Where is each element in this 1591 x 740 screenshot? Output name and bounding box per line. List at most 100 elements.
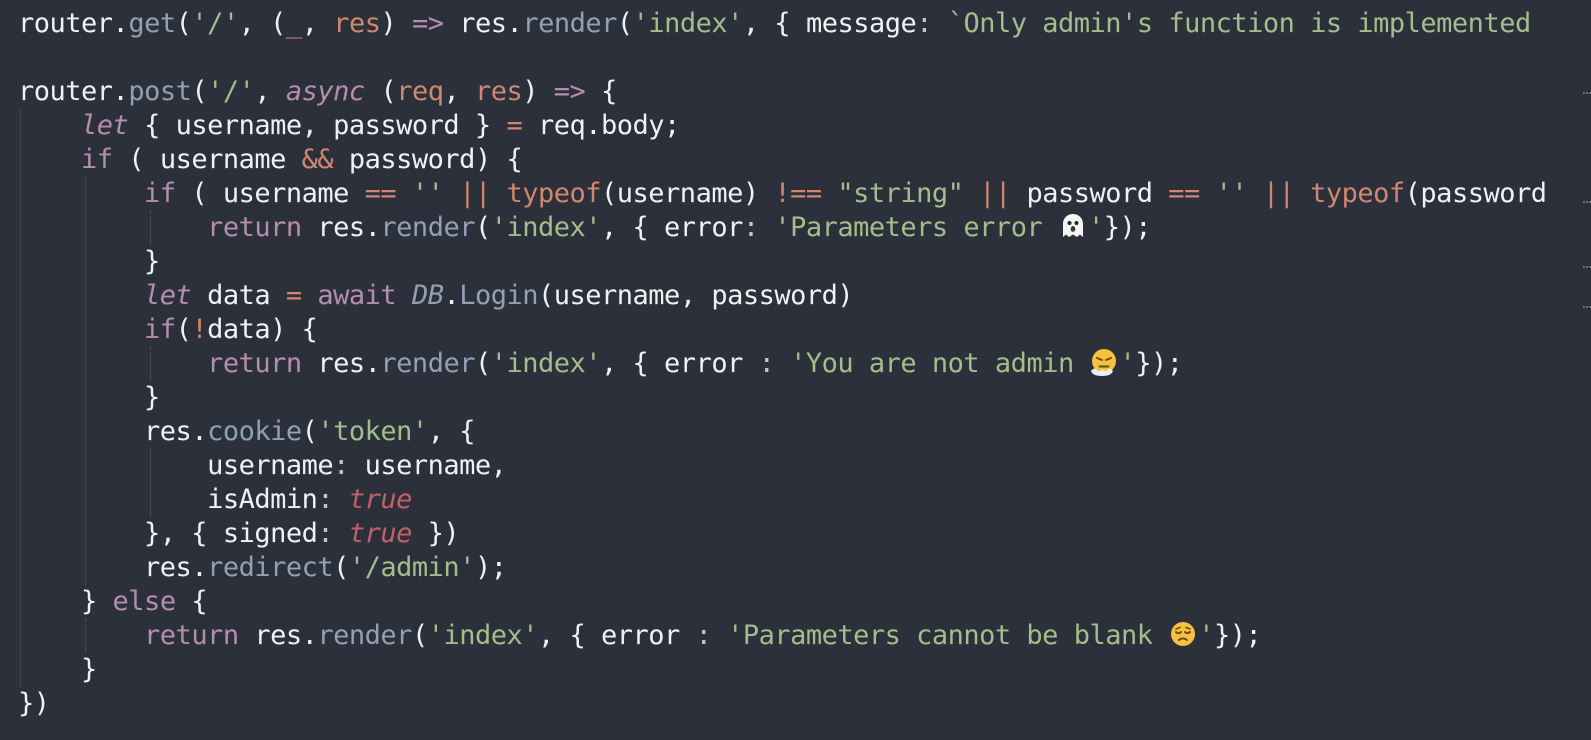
- code-line[interactable]: } else {: [18, 585, 1546, 619]
- code-token: "string": [837, 178, 964, 209]
- code-token: ): [380, 8, 412, 39]
- code-line[interactable]: if ( username == '' || typeof(username) …: [18, 177, 1547, 211]
- code-token: }, { signed: [18, 518, 318, 549]
- code-token: render: [380, 212, 475, 243]
- code-token: , { error: [538, 620, 696, 651]
- code-token: username,: [364, 450, 507, 481]
- code-token: 'index': [427, 620, 539, 651]
- code-token: ,: [301, 8, 334, 39]
- code-token: cookie: [207, 416, 302, 447]
- code-line[interactable]: if ( username && password) {: [18, 143, 1546, 177]
- code-token: res: [475, 76, 523, 107]
- code-token: await: [317, 280, 397, 311]
- code-token: 'index': [490, 348, 602, 379]
- code-token: , { error: [601, 348, 759, 379]
- code-line[interactable]: let { username, password } = req.body;: [18, 109, 1546, 143]
- code-line[interactable]: router.post('/', async (req, res) => {: [18, 75, 1546, 109]
- code-token: (password: [1404, 178, 1547, 209]
- code-token: post: [128, 76, 192, 107]
- code-line[interactable]: return res.render('index', { error : 'Pa…: [18, 619, 1546, 653]
- code-token: (username, password): [538, 280, 854, 311]
- code-line[interactable]: [18, 41, 1546, 75]
- code-token: , { error: [601, 212, 743, 243]
- code-token: (: [616, 8, 633, 39]
- code-token: }: [18, 246, 160, 277]
- code-token: '/': [191, 8, 239, 39]
- code-token: res: [238, 620, 302, 651]
- code-token: }): [18, 688, 50, 719]
- code-token: 'Parameters cannot be blank: [727, 620, 1169, 651]
- code-token: if: [144, 178, 176, 209]
- code-token: res: [443, 8, 507, 39]
- code-token: ==: [364, 178, 397, 209]
- code-editor[interactable]: router.get('/', (_, res) => res.render('…: [0, 0, 1591, 740]
- code-line[interactable]: router.get('/', (_, res) => res.render('…: [18, 7, 1546, 41]
- code-token: ( username: [112, 144, 302, 175]
- code-token: ): [522, 76, 554, 107]
- code-token: else: [112, 586, 177, 617]
- code-line[interactable]: }, { signed: true }): [18, 517, 1546, 551]
- code-token: (: [175, 8, 192, 39]
- code-token: data) {: [207, 314, 318, 345]
- code-token: '': [1215, 178, 1248, 209]
- code-token: async: [285, 76, 365, 107]
- code-token: :: [317, 484, 349, 515]
- code-token: ==: [1168, 178, 1200, 209]
- code-token: true: [348, 484, 413, 515]
- code-token: (: [333, 552, 349, 583]
- code-line[interactable]: let data = await DB.Login(username, pass…: [18, 279, 1546, 313]
- code-token: render: [380, 348, 475, 379]
- code-token: (: [364, 76, 397, 107]
- code-token: }): [411, 518, 460, 549]
- code-line[interactable]: return res.render('index', { error: 'Par…: [18, 211, 1546, 245]
- code-token: .: [301, 620, 318, 651]
- code-token: :: [317, 518, 349, 549]
- code-token: .: [585, 110, 602, 141]
- code-token: =: [506, 110, 523, 141]
- code-token: .: [191, 416, 208, 447]
- code-token: username: [18, 450, 334, 481]
- code-token: });: [1135, 348, 1183, 379]
- code-token: .: [364, 348, 381, 379]
- code-line[interactable]: }: [18, 245, 1546, 279]
- code-token: }: [18, 382, 160, 413]
- code-token: res: [333, 8, 381, 39]
- code-token: (: [411, 620, 428, 651]
- overview-ruler-mark: [1583, 266, 1591, 268]
- code-line[interactable]: username: username,: [18, 449, 1546, 483]
- code-token: return: [144, 620, 239, 651]
- code-line[interactable]: }): [18, 687, 1546, 721]
- code-line[interactable]: isAdmin: true: [18, 483, 1546, 517]
- code-line[interactable]: res.cookie('token', {: [18, 415, 1546, 449]
- code-token: .: [364, 212, 381, 243]
- code-line[interactable]: }: [18, 653, 1546, 687]
- code-line[interactable]: return res.render('index', { error : 'Yo…: [18, 347, 1546, 381]
- code-token: body;: [601, 110, 680, 141]
- code-token: ,: [254, 76, 286, 107]
- code-line[interactable]: if(!data) {: [18, 313, 1546, 347]
- code-line[interactable]: }: [18, 381, 1546, 415]
- code-token: .: [191, 552, 208, 583]
- code-content[interactable]: router.get('/', (_, res) => res.render('…: [18, 7, 1547, 721]
- code-token: 'You are not admin: [790, 348, 1090, 379]
- code-token: .: [112, 8, 129, 39]
- code-token: req: [396, 76, 444, 107]
- code-token: (: [474, 212, 491, 243]
- code-token: ': [1198, 620, 1214, 651]
- code-token: , {: [427, 416, 476, 447]
- code-token: {: [585, 76, 617, 107]
- code-token: ||: [979, 178, 1011, 209]
- code-token: data: [191, 280, 286, 311]
- code-token: , { message: [742, 8, 917, 39]
- code-line[interactable]: res.redirect('/admin');: [18, 551, 1546, 585]
- code-token: return: [207, 212, 302, 243]
